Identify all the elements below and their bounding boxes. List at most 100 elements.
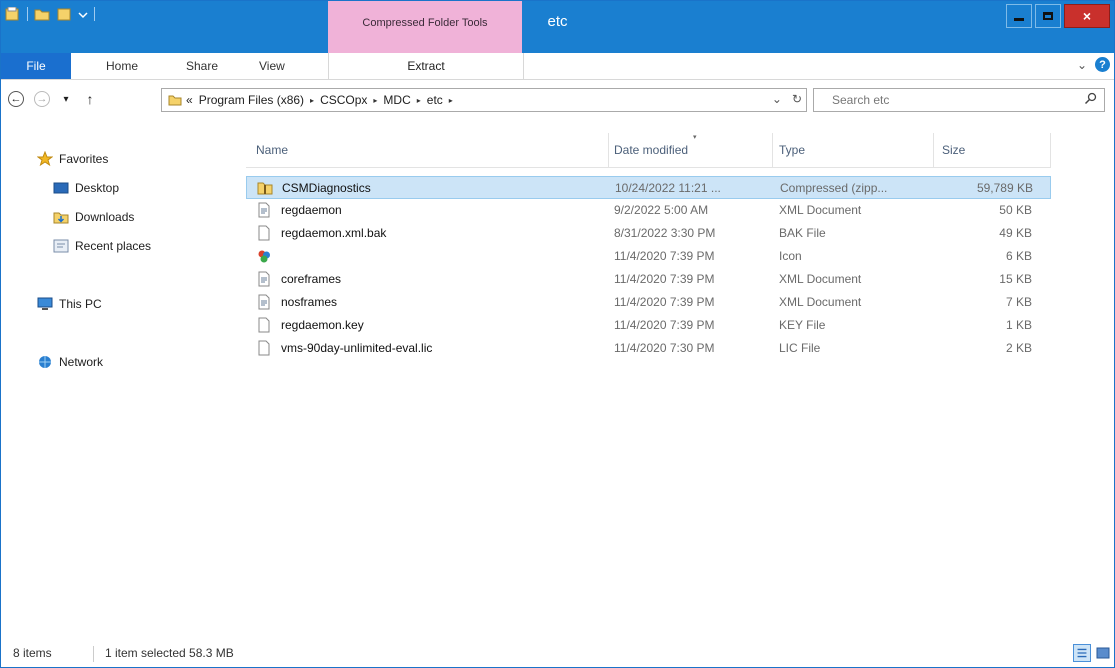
tab-share[interactable]: Share bbox=[186, 59, 218, 73]
up-button[interactable]: ↑ bbox=[81, 90, 99, 108]
file-type: XML Document bbox=[779, 295, 862, 309]
address-dropdown-icon[interactable]: ⌄ bbox=[772, 92, 782, 106]
tab-file[interactable]: File bbox=[1, 53, 71, 79]
blank-file-icon bbox=[258, 317, 270, 333]
navigation-pane: Favorites Desktop Downloads Recent place… bbox=[1, 131, 241, 631]
column-name[interactable]: Name bbox=[256, 143, 288, 157]
file-date: 11/4/2020 7:30 PM bbox=[614, 341, 715, 355]
new-folder-icon[interactable] bbox=[56, 7, 72, 21]
breadcrumb-chevron-icon[interactable]: ▸ bbox=[449, 96, 453, 105]
nav-network-label: Network bbox=[59, 355, 104, 369]
nav-downloads-label: Downloads bbox=[75, 210, 135, 224]
file-size: 7 KB bbox=[1005, 295, 1032, 309]
context-tab-title: Compressed Folder Tools bbox=[362, 17, 488, 29]
file-type: XML Document bbox=[779, 272, 862, 286]
nav-recent-places[interactable]: Recent places bbox=[53, 239, 151, 253]
breadcrumb-segment[interactable]: CSCOpx bbox=[320, 93, 367, 107]
column-divider[interactable] bbox=[1050, 133, 1051, 167]
file-type: Icon bbox=[779, 249, 802, 263]
file-name: regdaemon.xml.bak bbox=[281, 226, 387, 240]
file-size: 59,789 KB bbox=[976, 181, 1033, 195]
help-icon[interactable]: ? bbox=[1095, 57, 1110, 72]
file-row[interactable]: nosframes 11/4/2020 7:39 PM XML Document… bbox=[246, 291, 1051, 314]
properties-icon[interactable] bbox=[5, 7, 21, 21]
nav-downloads[interactable]: Downloads bbox=[53, 210, 134, 224]
nav-favorites[interactable]: Favorites bbox=[37, 151, 108, 167]
file-row[interactable]: CSMDiagnostics 10/24/2022 11:21 ... Comp… bbox=[246, 176, 1051, 199]
tab-home[interactable]: Home bbox=[106, 59, 138, 73]
zip-folder-icon bbox=[257, 182, 273, 195]
tab-view[interactable]: View bbox=[259, 59, 285, 73]
breadcrumb-segment[interactable]: Program Files (x86) bbox=[199, 93, 304, 107]
nav-network[interactable]: Network bbox=[37, 355, 103, 369]
new-folder-icon[interactable] bbox=[34, 7, 50, 21]
forward-button[interactable]: → bbox=[33, 90, 51, 108]
file-type: LIC File bbox=[779, 341, 821, 355]
status-bar: 8 items 1 item selected 58.3 MB bbox=[1, 641, 1114, 667]
column-date-modified[interactable]: Date modified bbox=[614, 143, 688, 157]
file-row[interactable]: coreframes 11/4/2020 7:39 PM XML Documen… bbox=[246, 268, 1051, 291]
search-icon[interactable] bbox=[1084, 92, 1098, 106]
file-date: 11/4/2020 7:39 PM bbox=[614, 295, 715, 309]
items-count: 8 items bbox=[13, 646, 52, 660]
minimize-icon bbox=[1014, 17, 1024, 21]
file-date: 11/4/2020 7:39 PM bbox=[614, 318, 715, 332]
file-row[interactable]: regdaemon 9/2/2022 5:00 AM XML Document … bbox=[246, 199, 1051, 222]
large-icons-view-icon[interactable] bbox=[1094, 644, 1112, 662]
file-size: 50 KB bbox=[999, 203, 1032, 217]
search-input[interactable] bbox=[832, 92, 1072, 108]
column-type[interactable]: Type bbox=[779, 143, 805, 157]
breadcrumb-segment[interactable]: etc bbox=[427, 93, 443, 107]
close-button[interactable]: × bbox=[1064, 4, 1110, 28]
context-tab-group: Compressed Folder Tools bbox=[328, 1, 522, 53]
file-row[interactable]: regdaemon.key 11/4/2020 7:39 PM KEY File… bbox=[246, 314, 1051, 337]
quick-access-toolbar bbox=[5, 7, 95, 21]
status-separator bbox=[93, 646, 94, 662]
recent-locations-button[interactable]: ▾ bbox=[57, 90, 75, 108]
file-row[interactable]: 11/4/2020 7:39 PM Icon 6 KB bbox=[246, 245, 1051, 268]
nav-this-pc[interactable]: This PC bbox=[37, 297, 102, 311]
title-bar[interactable]: Compressed Folder Tools etc × bbox=[1, 1, 1114, 53]
file-rows: CSMDiagnostics 10/24/2022 11:21 ... Comp… bbox=[246, 176, 1051, 360]
file-row[interactable]: vms-90day-unlimited-eval.lic 11/4/2020 7… bbox=[246, 337, 1051, 360]
details-view-icon[interactable] bbox=[1073, 644, 1091, 662]
back-button[interactable]: ← bbox=[7, 90, 25, 108]
breadcrumb-chevron-icon[interactable]: ▸ bbox=[417, 96, 421, 105]
breadcrumb-overflow[interactable]: « bbox=[186, 93, 193, 107]
forward-icon: → bbox=[34, 91, 50, 107]
blank-file-icon bbox=[258, 340, 270, 356]
chevron-down-icon: ▾ bbox=[63, 93, 69, 105]
app-icon-file-icon bbox=[258, 250, 270, 263]
maximize-button[interactable] bbox=[1035, 4, 1061, 28]
breadcrumb-chevron-icon[interactable]: ▸ bbox=[310, 96, 314, 105]
breadcrumb-segment[interactable]: MDC bbox=[383, 93, 410, 107]
search-box[interactable] bbox=[813, 88, 1105, 112]
maximize-icon bbox=[1043, 12, 1053, 20]
tab-extract[interactable]: Extract bbox=[328, 53, 524, 79]
view-switcher bbox=[1073, 644, 1112, 662]
column-divider[interactable] bbox=[772, 133, 773, 167]
file-type: XML Document bbox=[779, 203, 862, 217]
file-type: Compressed (zipp... bbox=[780, 181, 888, 195]
navigation-bar: ← → ▾ ↑ « Program Files (x86) ▸ CSCOpx ▸… bbox=[1, 80, 1114, 116]
folder-icon bbox=[168, 95, 182, 106]
file-size: 49 KB bbox=[999, 226, 1032, 240]
column-size[interactable]: Size bbox=[942, 143, 965, 157]
ribbon-right-controls: ⌄ ? bbox=[1077, 57, 1110, 72]
column-divider[interactable] bbox=[933, 133, 934, 167]
file-row[interactable]: regdaemon.xml.bak 8/31/2022 3:30 PM BAK … bbox=[246, 222, 1051, 245]
nav-desktop[interactable]: Desktop bbox=[53, 181, 119, 195]
explorer-window: Compressed Folder Tools etc × File Home … bbox=[0, 0, 1115, 668]
network-icon bbox=[39, 356, 51, 368]
file-date: 9/2/2022 5:00 AM bbox=[614, 203, 709, 217]
xml-file-icon bbox=[258, 202, 270, 218]
refresh-icon[interactable]: ↻ bbox=[792, 92, 802, 106]
column-divider[interactable] bbox=[608, 133, 609, 167]
breadcrumb: « Program Files (x86) ▸ CSCOpx ▸ MDC ▸ e… bbox=[186, 93, 453, 107]
expand-ribbon-icon[interactable]: ⌄ bbox=[1077, 58, 1087, 72]
file-name: regdaemon.key bbox=[281, 318, 364, 332]
minimize-button[interactable] bbox=[1006, 4, 1032, 28]
breadcrumb-chevron-icon[interactable]: ▸ bbox=[373, 96, 377, 105]
customize-chevron-icon[interactable] bbox=[78, 7, 88, 21]
address-bar[interactable]: « Program Files (x86) ▸ CSCOpx ▸ MDC ▸ e… bbox=[161, 88, 807, 112]
